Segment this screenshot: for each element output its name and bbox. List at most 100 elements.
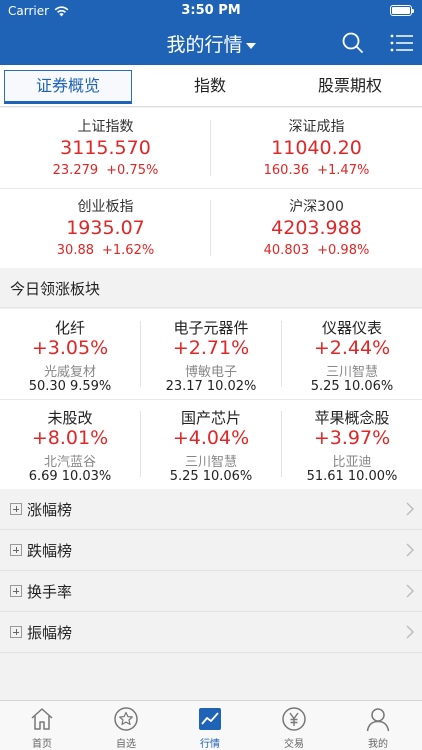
star-icon — [114, 707, 138, 731]
sector-name: 仪器仪表 — [321, 319, 382, 337]
divider — [210, 200, 211, 256]
ranking-label: 跌幅榜 — [27, 542, 73, 560]
sector-name: 化纤 — [54, 319, 85, 337]
sector-card[interactable]: 化纤 +3.05% 光威复材 50.30 9.59% — [0, 309, 140, 399]
chevron-right-icon — [406, 502, 414, 516]
index-card[interactable]: 创业板指 1935.07 30.88 +1.62% — [0, 188, 211, 268]
index-change: 23.279 +0.75% — [0, 163, 211, 178]
sector-card[interactable]: 国产芯片 +4.04% 三川智慧 5.25 10.06% — [141, 399, 281, 489]
divider — [0, 188, 422, 189]
sector-percent: +4.04% — [172, 427, 250, 449]
sector-leading-stock: 光威复材 — [43, 365, 96, 380]
index-change: 40.803 +0.98% — [211, 243, 422, 258]
divider — [140, 321, 141, 387]
ranking-row-losers[interactable]: 跌幅榜 — [0, 530, 422, 571]
sector-leading-stock: 三川智慧 — [184, 455, 237, 470]
sector-card[interactable]: 电子元器件 +2.71% 博敏电子 23.17 10.02% — [141, 309, 281, 399]
expand-plus-icon — [10, 585, 22, 597]
nav-market[interactable]: 行情 — [168, 701, 252, 750]
status-bar: Carrier 3:50 PM — [0, 0, 422, 22]
index-name: 创业板指 — [77, 199, 134, 215]
page-title: 我的行情 — [166, 34, 243, 56]
index-name: 深证成指 — [288, 119, 345, 135]
index-change-points: 30.88 — [56, 243, 94, 258]
index-name: 上证指数 — [77, 119, 134, 135]
sector-name: 国产芯片 — [180, 409, 241, 427]
nav-label: 自选 — [116, 739, 136, 750]
chevron-right-icon — [406, 625, 414, 639]
divider — [0, 399, 422, 400]
sector-stock-stats: 50.30 9.59% — [0, 379, 140, 394]
expand-plus-icon — [10, 626, 22, 638]
index-change-percent: +1.47% — [317, 163, 370, 178]
sector-stock-stats: 5.25 10.06% — [141, 469, 281, 484]
sector-stock-stats: 6.69 10.03% — [0, 469, 140, 484]
stock-percent: 10.03% — [61, 469, 112, 484]
sector-name: 未股改 — [47, 409, 93, 427]
sector-card[interactable]: 仪器仪表 +2.44% 三川智慧 5.25 10.06% — [282, 309, 422, 399]
sector-stock-stats: 23.17 10.02% — [141, 379, 281, 394]
tab-securities-overview[interactable]: 证券概览 — [4, 65, 132, 107]
nav-profile[interactable]: 我的 — [336, 701, 420, 750]
stock-percent: 10.06% — [202, 469, 253, 484]
stock-percent: 10.06% — [343, 379, 394, 394]
nav-trade[interactable]: 交易 — [252, 701, 336, 750]
index-change-percent: +0.75% — [106, 163, 159, 178]
index-name: 沪深300 — [289, 199, 344, 215]
index-card[interactable]: 深证成指 11040.20 160.36 +1.47% — [211, 108, 422, 188]
ranking-row-amplitude[interactable]: 振幅榜 — [0, 612, 422, 653]
sector-stock-stats: 51.61 10.00% — [282, 469, 422, 484]
expand-plus-icon — [10, 503, 22, 515]
sector-card[interactable]: 苹果概念股 +3.97% 比亚迪 51.61 10.00% — [282, 399, 422, 489]
ranking-list: 涨幅榜 跌幅榜 换手率 振幅榜 — [0, 489, 422, 653]
ranking-row-gainers[interactable]: 涨幅榜 — [0, 489, 422, 530]
sector-card[interactable]: 未股改 +8.01% 北汽蓝谷 6.69 10.03% — [0, 399, 140, 489]
index-change-points: 23.279 — [52, 163, 99, 178]
tab-index[interactable]: 指数 — [150, 65, 270, 107]
sector-percent: +8.01% — [31, 427, 109, 449]
nav-label: 首页 — [32, 739, 52, 750]
stock-price: 5.25 — [310, 379, 340, 394]
sector-percent: +2.71% — [172, 337, 250, 359]
chevron-right-icon — [406, 584, 414, 598]
tab-stock-options[interactable]: 股票期权 — [280, 65, 420, 107]
divider — [210, 120, 211, 176]
nav-label: 交易 — [284, 739, 304, 750]
nav-home[interactable]: 首页 — [0, 701, 84, 750]
stock-price: 50.30 — [28, 379, 66, 394]
index-change-percent: +1.62% — [102, 243, 155, 258]
ranking-label: 换手率 — [27, 583, 73, 601]
search-icon[interactable] — [340, 30, 366, 56]
list-menu-icon[interactable] — [389, 31, 415, 55]
index-change-points: 160.36 — [263, 163, 310, 178]
index-card[interactable]: 上证指数 3115.570 23.279 +0.75% — [0, 108, 211, 188]
sector-percent: +2.44% — [313, 337, 391, 359]
sector-leading-stock: 博敏电子 — [184, 365, 237, 380]
ranking-row-turnover[interactable]: 换手率 — [0, 571, 422, 612]
stock-price: 23.17 — [165, 379, 203, 394]
chart-icon — [199, 708, 221, 730]
index-value: 4203.988 — [271, 217, 362, 239]
index-value: 1935.07 — [66, 217, 145, 239]
stock-percent: 9.59% — [69, 379, 112, 394]
sector-percent: +3.97% — [313, 427, 391, 449]
index-change: 160.36 +1.47% — [211, 163, 422, 178]
index-card[interactable]: 沪深300 4203.988 40.803 +0.98% — [211, 188, 422, 268]
chevron-right-icon — [406, 543, 414, 557]
home-icon — [31, 708, 53, 730]
sector-leading-stock: 三川智慧 — [325, 365, 378, 380]
nav-watchlist[interactable]: 自选 — [84, 701, 168, 750]
battery-icon — [390, 5, 414, 16]
index-value: 3115.570 — [60, 137, 151, 159]
leading-sectors-grid: 化纤 +3.05% 光威复材 50.30 9.59% 电子元器件 +2.71% 博… — [0, 309, 422, 489]
index-change: 30.88 +1.62% — [0, 243, 211, 258]
sector-stock-stats: 5.25 10.06% — [282, 379, 422, 394]
nav-label: 我的 — [368, 739, 388, 750]
yen-icon — [282, 707, 306, 731]
expand-plus-icon — [10, 544, 22, 556]
nav-label: 行情 — [200, 739, 220, 750]
divider — [281, 411, 282, 477]
index-change-points: 40.803 — [263, 243, 310, 258]
tab-bar: 证券概览 指数 股票期权 — [0, 65, 422, 107]
bottom-nav: 首页 自选 行情 交易 我的 — [0, 700, 422, 750]
